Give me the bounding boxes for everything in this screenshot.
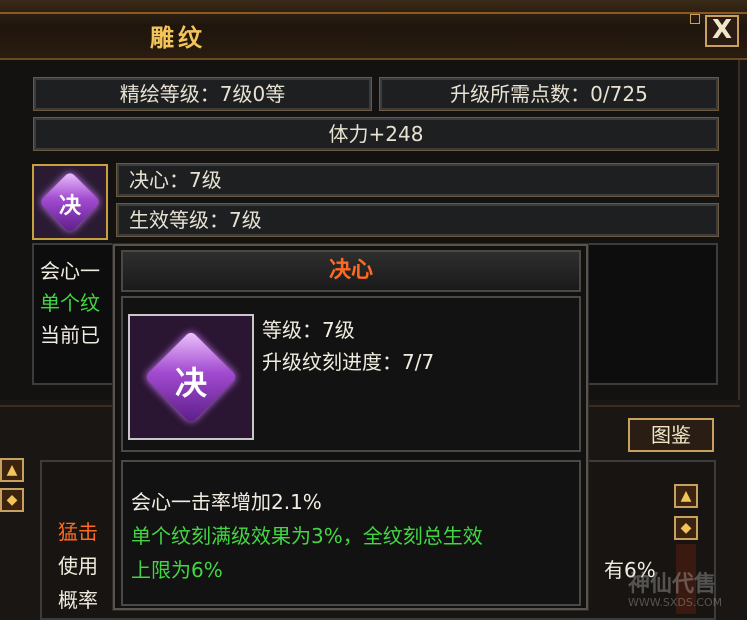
refine-level-field: 精绘等级：7级0等 xyxy=(33,77,372,111)
window-title: 雕纹 xyxy=(150,24,206,52)
left-scroll-up-icon[interactable]: ▲ xyxy=(0,458,24,482)
right-scroll-up-icon[interactable]: ▲ xyxy=(674,484,698,508)
title-bar xyxy=(0,0,747,60)
tooltip-glyph-image: 决 xyxy=(128,314,254,440)
desc-line-1: 会心一 xyxy=(40,259,100,283)
lower-row-2: 使用 xyxy=(58,554,98,578)
atlas-button[interactable]: 图鉴 xyxy=(628,418,714,452)
left-scroll-down-icon[interactable]: ◆ xyxy=(0,488,24,512)
effect-level-field: 生效等级：7级 xyxy=(116,203,719,237)
tooltip-desc-line-3: 上限为6% xyxy=(131,558,223,582)
desc-line-3: 当前已 xyxy=(40,323,100,347)
desc-line-2: 单个纹 xyxy=(40,291,100,315)
tooltip-desc-line-2: 单个纹刻满级效果为3%，全纹刻总生效 xyxy=(131,524,483,548)
tooltip-progress: 升级纹刻进度：7/7 xyxy=(262,350,435,374)
glyph-slot[interactable]: 决 xyxy=(32,164,108,240)
tooltip-icon-char: 决 xyxy=(174,364,207,402)
watermark-text: 神仙代售 xyxy=(628,572,717,597)
tooltip-title: 决心 xyxy=(121,250,581,292)
bonus-stat-field: 体力+248 xyxy=(33,117,719,151)
watermark-url: WWW.SXDS.COM xyxy=(628,596,723,609)
close-button[interactable]: X xyxy=(705,15,739,47)
glyph-icon-char: 决 xyxy=(58,194,81,219)
right-scroll-down-icon[interactable]: ◆ xyxy=(674,516,698,540)
glyph-name-field: 决心：7级 xyxy=(116,163,719,197)
tooltip-desc-line-1: 会心一击率增加2.1% xyxy=(131,490,322,514)
tooltip-description: 会心一击率增加2.1% 单个纹刻满级效果为3%，全纹刻总生效 上限为6% xyxy=(121,460,581,606)
lower-row-1: 猛击 xyxy=(58,520,98,544)
upgrade-points-field: 升级所需点数：0/725 xyxy=(379,77,719,111)
restore-icon[interactable] xyxy=(690,14,700,24)
lower-row-3: 概率 xyxy=(58,588,98,612)
tooltip-level: 等级：7级 xyxy=(262,318,355,342)
